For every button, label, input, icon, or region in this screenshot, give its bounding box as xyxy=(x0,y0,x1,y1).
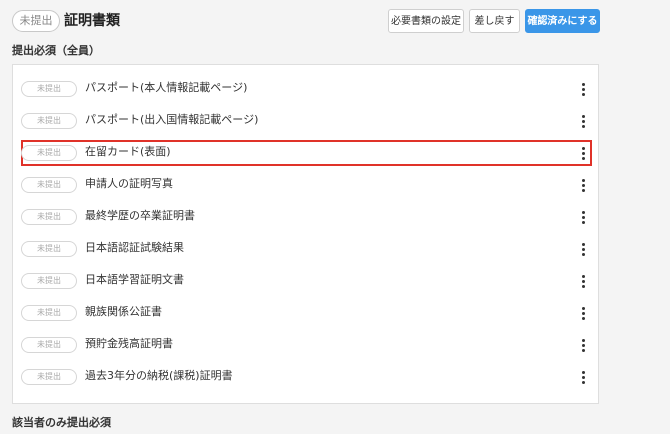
document-status-badge: 未提出 xyxy=(21,369,77,385)
kebab-menu-icon[interactable] xyxy=(578,175,588,195)
document-status-badge: 未提出 xyxy=(21,273,77,289)
required-documents-list: 未提出 パスポート(本人情報記載ページ) 未提出 パスポート(出入国情報記載ペー… xyxy=(12,64,599,404)
kebab-menu-icon[interactable] xyxy=(578,303,588,323)
mark-confirmed-button[interactable]: 確認済みにする xyxy=(525,9,600,33)
kebab-menu-icon[interactable] xyxy=(578,207,588,227)
document-name: 親族関係公証書 xyxy=(85,305,162,318)
page-title: 証明書類 xyxy=(64,13,120,29)
document-status-badge: 未提出 xyxy=(21,241,77,257)
document-name: 在留カード(表面) xyxy=(85,145,171,158)
kebab-menu-icon[interactable] xyxy=(578,143,588,163)
kebab-menu-icon[interactable] xyxy=(578,367,588,387)
section-title-required-all: 提出必須（全員） xyxy=(12,44,100,57)
document-row: 未提出 パスポート(本人情報記載ページ) xyxy=(21,76,592,102)
document-name: 過去3年分の納税(課税)証明書 xyxy=(85,369,233,382)
return-button[interactable]: 差し戻す xyxy=(469,9,520,33)
document-status-badge: 未提出 xyxy=(21,145,77,161)
document-name: 日本語認証試験結果 xyxy=(85,241,184,254)
kebab-menu-icon[interactable] xyxy=(578,271,588,291)
document-status-badge: 未提出 xyxy=(21,113,77,129)
document-row: 未提出 過去3年分の納税(課税)証明書 xyxy=(21,364,592,390)
kebab-menu-icon[interactable] xyxy=(578,111,588,131)
required-documents-settings-button[interactable]: 必要書類の設定 xyxy=(388,9,464,33)
document-row: 未提出 日本語認証試験結果 xyxy=(21,236,592,262)
document-row: 未提出 日本語学習証明文書 xyxy=(21,268,592,294)
document-row: 未提出 パスポート(出入国情報記載ページ) xyxy=(21,108,592,134)
document-row: 未提出 申請人の証明写真 xyxy=(21,172,592,198)
document-row: 未提出 最終学歴の卒業証明書 xyxy=(21,204,592,230)
document-status-badge: 未提出 xyxy=(21,81,77,97)
document-header: 未提出 証明書類 必要書類の設定 差し戻す 確認済みにする xyxy=(12,9,600,33)
kebab-menu-icon[interactable] xyxy=(578,79,588,99)
document-row: 未提出 親族関係公証書 xyxy=(21,300,592,326)
section-title-required-applicable: 該当者のみ提出必須 xyxy=(12,416,111,429)
document-row: 未提出 預貯金残高証明書 xyxy=(21,332,592,358)
document-name: パスポート(本人情報記載ページ) xyxy=(85,81,248,94)
status-badge: 未提出 xyxy=(12,10,60,32)
document-status-badge: 未提出 xyxy=(21,209,77,225)
document-status-badge: 未提出 xyxy=(21,337,77,353)
document-name: 最終学歴の卒業証明書 xyxy=(85,209,195,222)
document-status-badge: 未提出 xyxy=(21,305,77,321)
document-status-badge: 未提出 xyxy=(21,177,77,193)
document-row-highlighted: 未提出 在留カード(表面) xyxy=(21,140,592,166)
kebab-menu-icon[interactable] xyxy=(578,335,588,355)
document-name: 申請人の証明写真 xyxy=(85,177,173,190)
kebab-menu-icon[interactable] xyxy=(578,239,588,259)
document-name: パスポート(出入国情報記載ページ) xyxy=(85,113,259,126)
document-name: 日本語学習証明文書 xyxy=(85,273,184,286)
document-name: 預貯金残高証明書 xyxy=(85,337,173,350)
